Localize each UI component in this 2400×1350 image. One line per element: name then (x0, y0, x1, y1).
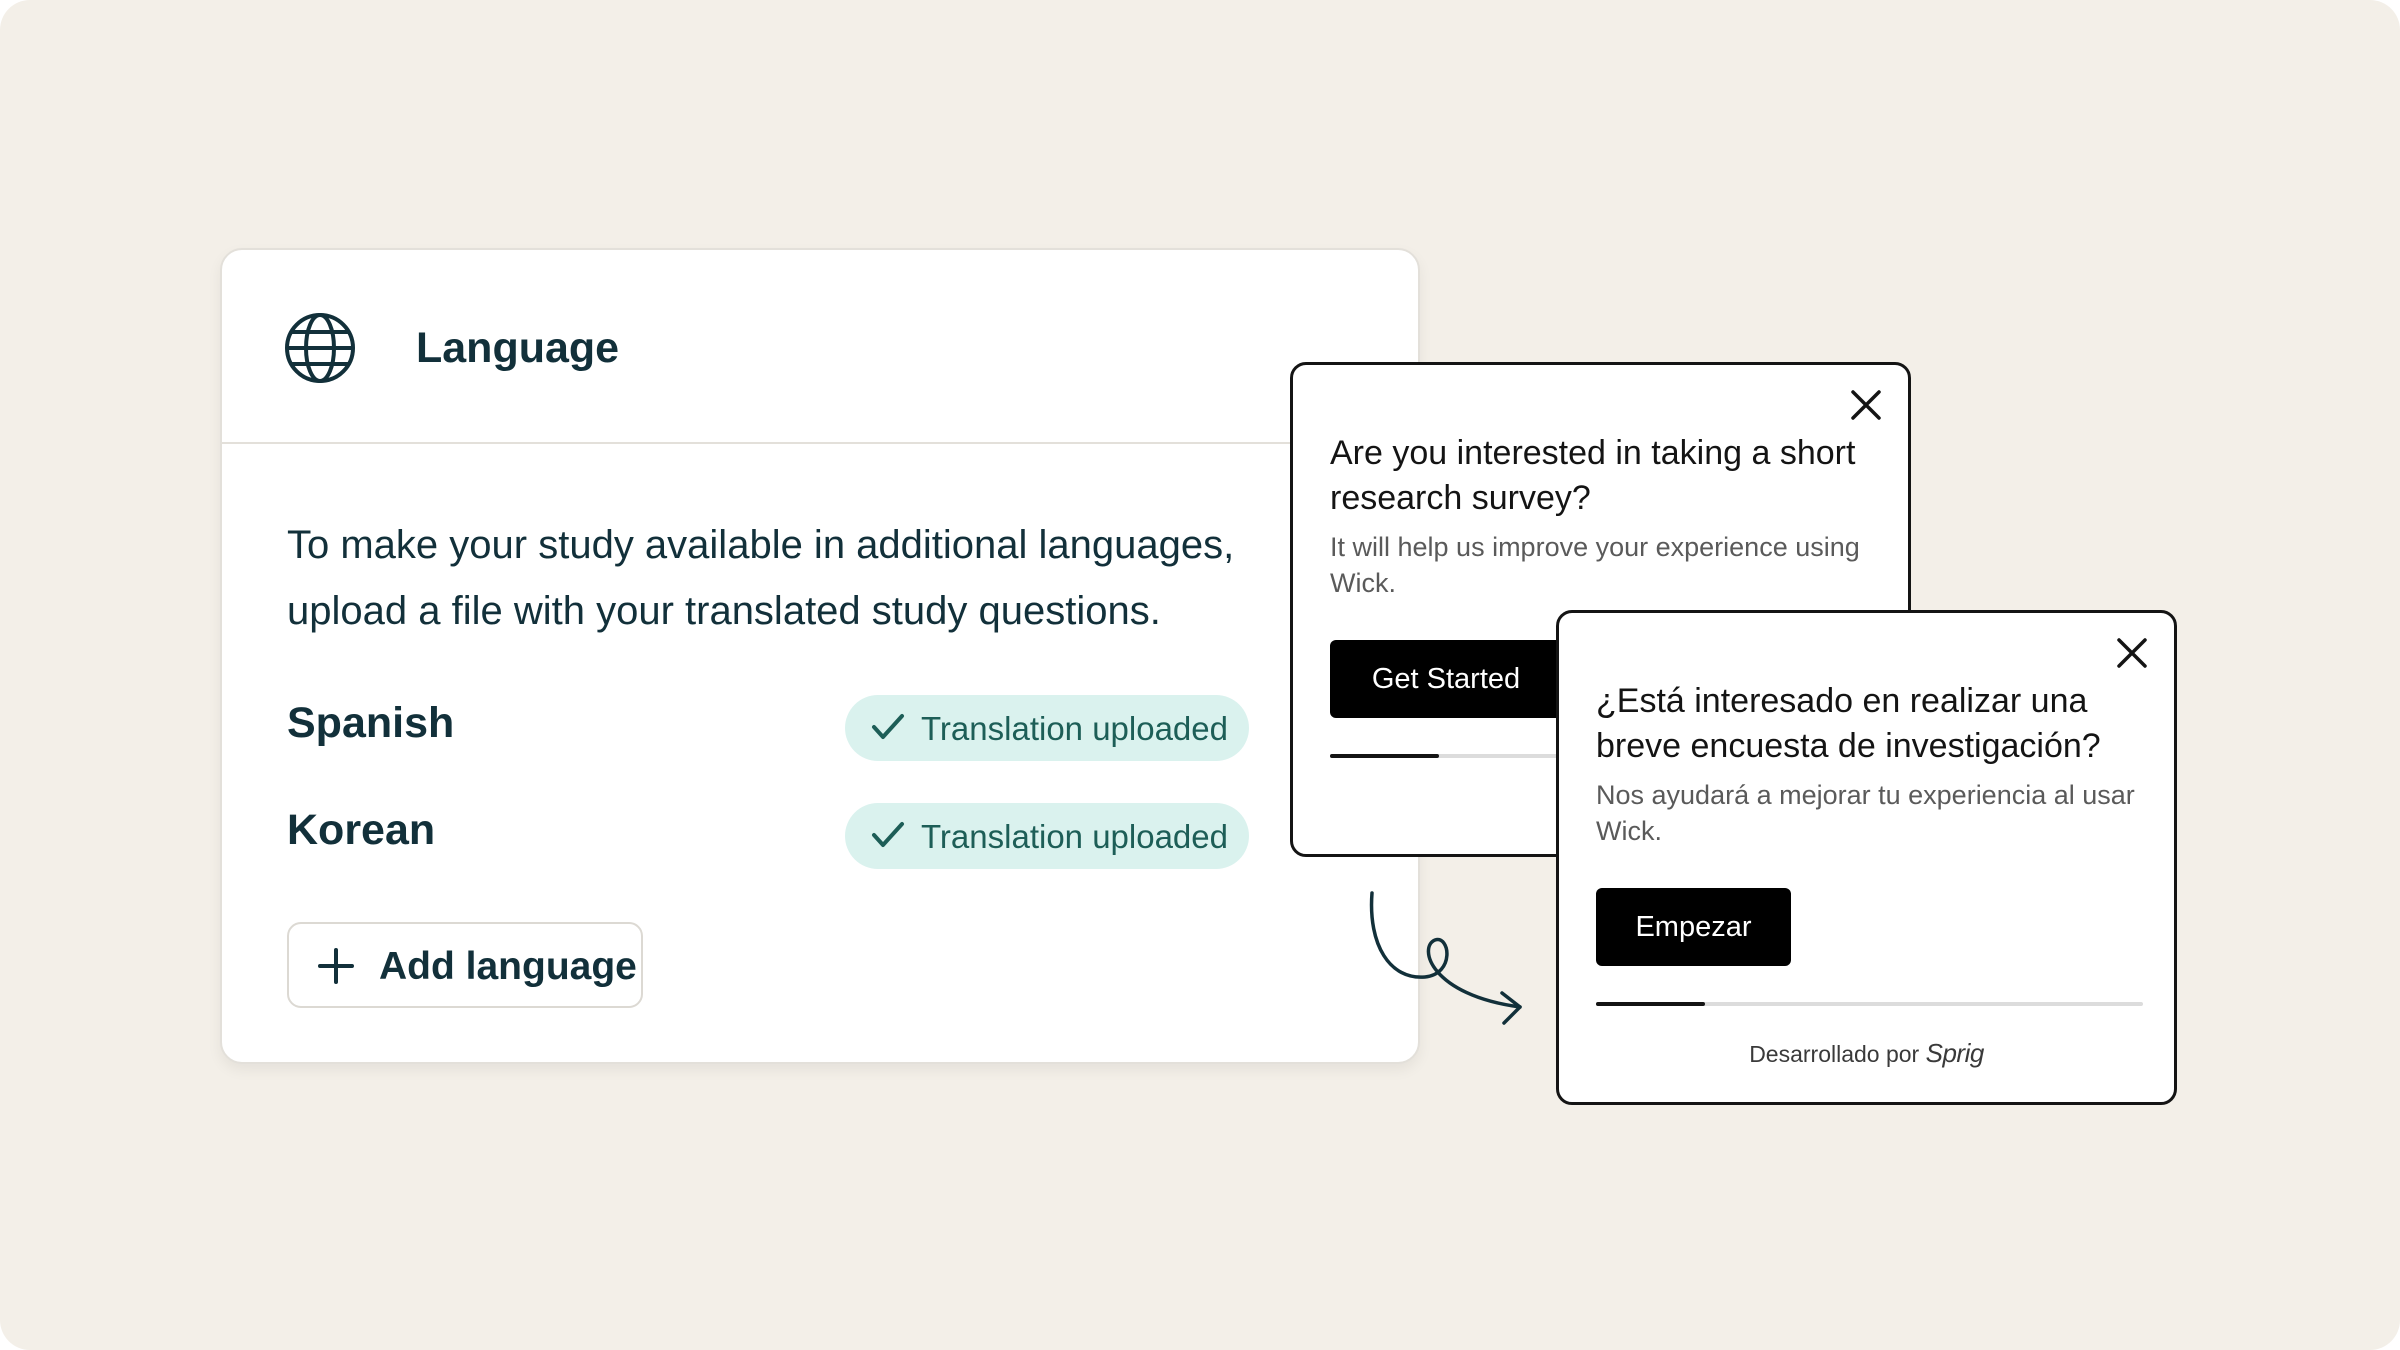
survey-progress-fill (1596, 1002, 1706, 1006)
plus-icon (318, 948, 354, 984)
language-name-spanish: Spanish (287, 699, 455, 747)
add-language-button[interactable]: Add language (287, 922, 643, 1008)
close-icon[interactable] (1848, 387, 1884, 423)
status-badge-label: Translation uploaded (921, 710, 1228, 747)
status-badge-label: Translation uploaded (921, 818, 1228, 855)
language-card-header: Language (222, 250, 1418, 444)
globe-icon (285, 313, 355, 383)
get-started-button[interactable]: Get Started (1330, 640, 1562, 718)
check-icon (872, 714, 904, 739)
survey-popup-spanish: ¿Está interesado en realizar una breve e… (1556, 610, 2177, 1105)
close-icon[interactable] (2114, 635, 2150, 671)
status-badge-spanish: Translation uploaded (845, 695, 1249, 761)
powered-by-text: Desarrollado por (1749, 1041, 1920, 1067)
add-language-label: Add language (379, 945, 637, 988)
survey-question: ¿Está interesado en realizar una breve e… (1596, 682, 2101, 765)
language-description: To make your study available in addition… (287, 523, 1235, 633)
survey-progress-fill (1330, 754, 1440, 758)
sprig-logo: Sprig (1925, 1038, 1985, 1068)
empezar-button[interactable]: Empezar (1596, 888, 1791, 966)
powered-by: Desarrollado por Sprig (1559, 1038, 2174, 1069)
language-card-title: Language (416, 324, 620, 372)
status-badge-korean: Translation uploaded (845, 803, 1249, 869)
check-icon (872, 822, 904, 847)
curly-arrow-icon (1369, 891, 1522, 1025)
survey-subtext: Nos ayudará a mejorar tu experiencia al … (1596, 780, 2135, 846)
survey-subtext: It will help us improve your experience … (1330, 532, 1860, 598)
language-card: Language To make your study available in… (220, 248, 1420, 1064)
survey-progress-bar (1596, 1002, 2143, 1006)
canvas: Language To make your study available in… (0, 0, 2400, 1350)
survey-question: Are you interested in taking a short res… (1330, 434, 1856, 517)
language-name-korean: Korean (287, 806, 436, 854)
